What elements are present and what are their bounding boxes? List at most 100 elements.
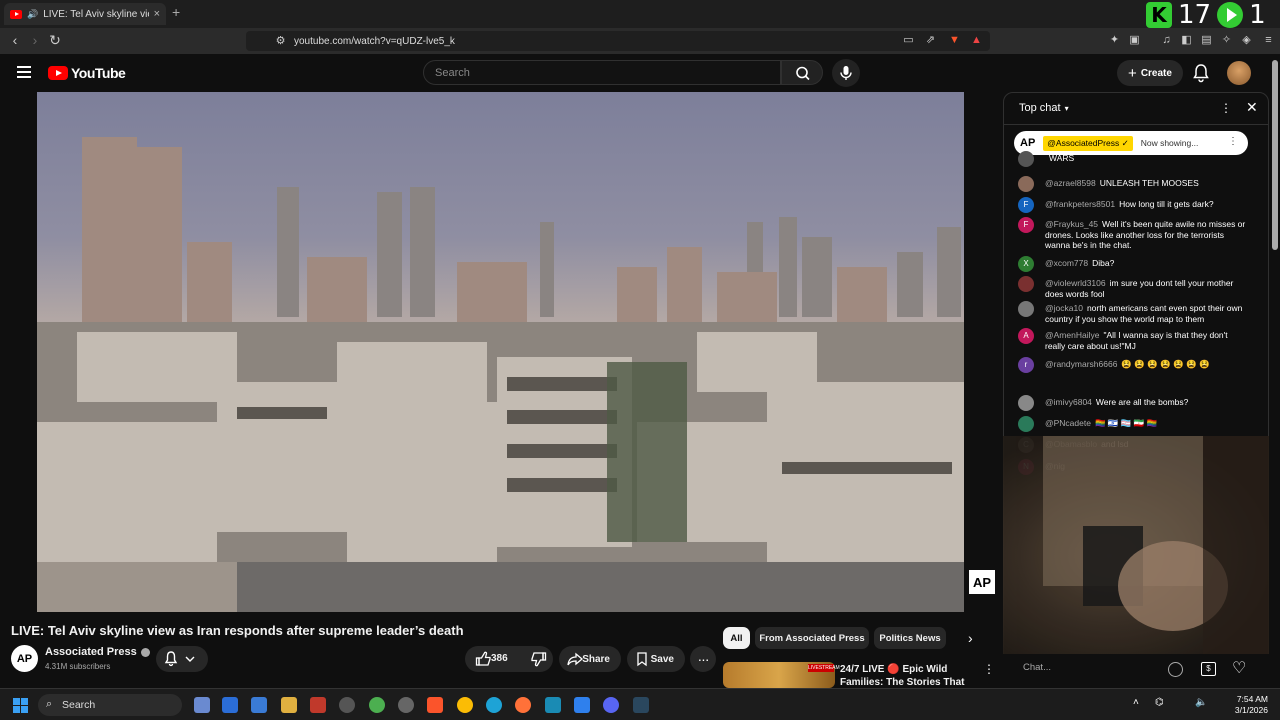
chat-close-icon[interactable]: ✕ bbox=[1246, 99, 1258, 116]
app-icon-6[interactable] bbox=[339, 697, 355, 713]
youtube-header: YouTube Search + Create bbox=[0, 54, 1280, 92]
back-icon[interactable]: ‹ bbox=[6, 32, 24, 48]
chat-author-name[interactable]: @jocka10 bbox=[1045, 303, 1083, 313]
leo-ai-icon[interactable]: ✧ bbox=[1220, 34, 1233, 47]
search-button[interactable] bbox=[781, 60, 823, 85]
chat-author-name[interactable]: @xcom778 bbox=[1045, 258, 1088, 268]
windows-start-icon[interactable] bbox=[13, 698, 28, 713]
super-chat-icon[interactable]: $ bbox=[1201, 662, 1216, 676]
emoji-icon[interactable] bbox=[1168, 662, 1183, 677]
app-icon-3[interactable] bbox=[251, 697, 267, 713]
chip-politics-news[interactable]: Politics News bbox=[874, 627, 946, 649]
guide-menu-icon[interactable] bbox=[17, 66, 31, 78]
wallet-icon[interactable]: ▣ bbox=[1128, 34, 1141, 47]
share-page-icon[interactable]: ⇗ bbox=[924, 34, 937, 47]
chat-author-avatar[interactable] bbox=[1018, 395, 1034, 411]
wallet-2-icon[interactable]: ▤ bbox=[1200, 34, 1213, 47]
site-info-icon[interactable]: ⚙ bbox=[274, 35, 287, 48]
chat-author-name[interactable]: @frankpeters8501 bbox=[1045, 199, 1115, 209]
system-clock[interactable]: 7:54 AM 3/1/2026 bbox=[1228, 694, 1268, 716]
edge-icon[interactable] bbox=[486, 697, 502, 713]
app-icon-7[interactable] bbox=[369, 697, 385, 713]
more-actions-button[interactable]: ··· bbox=[690, 646, 716, 672]
chat-author-avatar[interactable] bbox=[1018, 151, 1034, 167]
heart-icon[interactable]: ♡ bbox=[1232, 658, 1246, 678]
cast-icon[interactable]: ▭ bbox=[902, 34, 915, 47]
chat-author-name[interactable]: @violewrld3106 bbox=[1045, 278, 1106, 288]
pinned-message-banner[interactable]: AP @AssociatedPress ✓ Now showing... ⋮ bbox=[1014, 131, 1248, 155]
chat-author-name[interactable]: @randymarsh6666 bbox=[1045, 359, 1117, 369]
chat-author-avatar[interactable] bbox=[1018, 301, 1034, 317]
chat-message-text: How long till it gets dark? bbox=[1119, 199, 1214, 209]
chat-author-name[interactable]: @imivy6804 bbox=[1045, 397, 1092, 407]
pinned-menu-icon[interactable]: ⋮ bbox=[1228, 136, 1238, 147]
vpn-icon[interactable]: ◈ bbox=[1240, 34, 1253, 47]
chat-author-avatar[interactable]: A bbox=[1018, 328, 1034, 344]
taskbar-search[interactable]: ⌕ Search bbox=[38, 694, 182, 716]
forward-icon[interactable]: › bbox=[26, 32, 44, 48]
recommendation-menu-icon[interactable]: ⋮ bbox=[983, 662, 995, 676]
chevron-right-icon[interactable]: › bbox=[968, 630, 973, 646]
chrome-icon[interactable] bbox=[457, 697, 473, 713]
chat-author-name[interactable]: @azrael8598 bbox=[1045, 178, 1096, 188]
chat-message-body: @jocka10 north americans cant even spot t… bbox=[1045, 303, 1250, 324]
chat-author-avatar[interactable]: r bbox=[1018, 357, 1034, 373]
chat-author-avatar[interactable]: F bbox=[1018, 197, 1034, 213]
chat-author-name[interactable]: @AmenHailye bbox=[1045, 330, 1099, 340]
discord-icon[interactable] bbox=[603, 697, 619, 713]
app-icon-8[interactable] bbox=[398, 697, 414, 713]
dislike-icon[interactable] bbox=[525, 646, 551, 672]
tab-close-button[interactable]: × bbox=[154, 8, 160, 20]
app-icon-1[interactable] bbox=[194, 697, 210, 713]
search-input[interactable]: Search bbox=[423, 60, 781, 85]
chat-author-name[interactable]: @PNcadete bbox=[1045, 418, 1091, 428]
notifications-bell-icon[interactable] bbox=[1192, 63, 1210, 83]
vscode-icon[interactable] bbox=[574, 697, 590, 713]
channel-avatar[interactable]: AP bbox=[11, 645, 38, 672]
browser-tab[interactable]: 🔊 LIVE: Tel Aviv skyline view as I × bbox=[4, 3, 166, 25]
top-chat-dropdown[interactable]: Top chat ▾ bbox=[1019, 102, 1069, 114]
app-icon-2[interactable] bbox=[222, 697, 238, 713]
chip-all[interactable]: All bbox=[723, 627, 750, 649]
channel-name[interactable]: Associated Press bbox=[45, 646, 150, 658]
menu-icon[interactable]: ≡ bbox=[1262, 34, 1275, 47]
chat-author-avatar[interactable]: X bbox=[1018, 256, 1034, 272]
video-player[interactable] bbox=[37, 92, 964, 612]
chat-author-avatar[interactable] bbox=[1018, 416, 1034, 432]
sidebar-icon[interactable]: ◧ bbox=[1180, 34, 1193, 47]
account-avatar[interactable] bbox=[1227, 61, 1251, 85]
chat-message-body: WARS bbox=[1045, 153, 1250, 164]
chat-author-avatar[interactable] bbox=[1018, 176, 1034, 192]
youtube-logo[interactable]: YouTube bbox=[48, 65, 126, 81]
steam-icon[interactable] bbox=[633, 697, 649, 713]
chat-author-name[interactable]: @Fraykus_45 bbox=[1045, 219, 1098, 229]
kick-logo-icon: K bbox=[1146, 2, 1172, 28]
volume-icon[interactable]: 🔈 bbox=[1195, 697, 1207, 708]
app-icon-13[interactable] bbox=[545, 697, 561, 713]
file-explorer-icon[interactable] bbox=[281, 697, 297, 713]
scrollbar-thumb[interactable] bbox=[1272, 60, 1278, 250]
subscription-bell-button[interactable] bbox=[156, 646, 208, 672]
audio-playing-icon[interactable]: 🔊 bbox=[27, 9, 38, 20]
chat-author-avatar[interactable] bbox=[1018, 276, 1034, 292]
reload-icon[interactable]: ↻ bbox=[46, 32, 64, 49]
brave-browser-icon[interactable] bbox=[427, 697, 443, 713]
media-icon[interactable]: ♫ bbox=[1160, 34, 1173, 47]
save-button[interactable]: Save bbox=[627, 646, 685, 672]
brave-rewards-icon[interactable]: ▲ bbox=[970, 34, 983, 47]
extensions-icon[interactable]: ✦ bbox=[1108, 34, 1121, 47]
voice-search-button[interactable] bbox=[832, 59, 860, 87]
new-tab-button[interactable]: + bbox=[172, 4, 180, 20]
tray-chevron-icon[interactable]: ˄ bbox=[1133, 697, 1139, 708]
chip-from-associated-press[interactable]: From Associated Press bbox=[755, 627, 869, 649]
app-icon-5[interactable] bbox=[310, 697, 326, 713]
chat-options-icon[interactable]: ⋮ bbox=[1220, 101, 1232, 115]
brave-shields-icon[interactable]: ▼ bbox=[948, 34, 961, 47]
chat-input[interactable]: Chat... bbox=[1023, 662, 1051, 673]
firefox-icon[interactable] bbox=[515, 697, 531, 713]
share-button[interactable]: Share bbox=[559, 646, 621, 672]
network-icon[interactable]: ⌬ bbox=[1155, 697, 1164, 708]
address-bar[interactable]: ⚙ youtube.com/watch?v=qUDZ-lve5_k bbox=[246, 31, 990, 51]
chat-author-avatar[interactable]: F bbox=[1018, 217, 1034, 233]
create-button[interactable]: + Create bbox=[1117, 60, 1183, 86]
